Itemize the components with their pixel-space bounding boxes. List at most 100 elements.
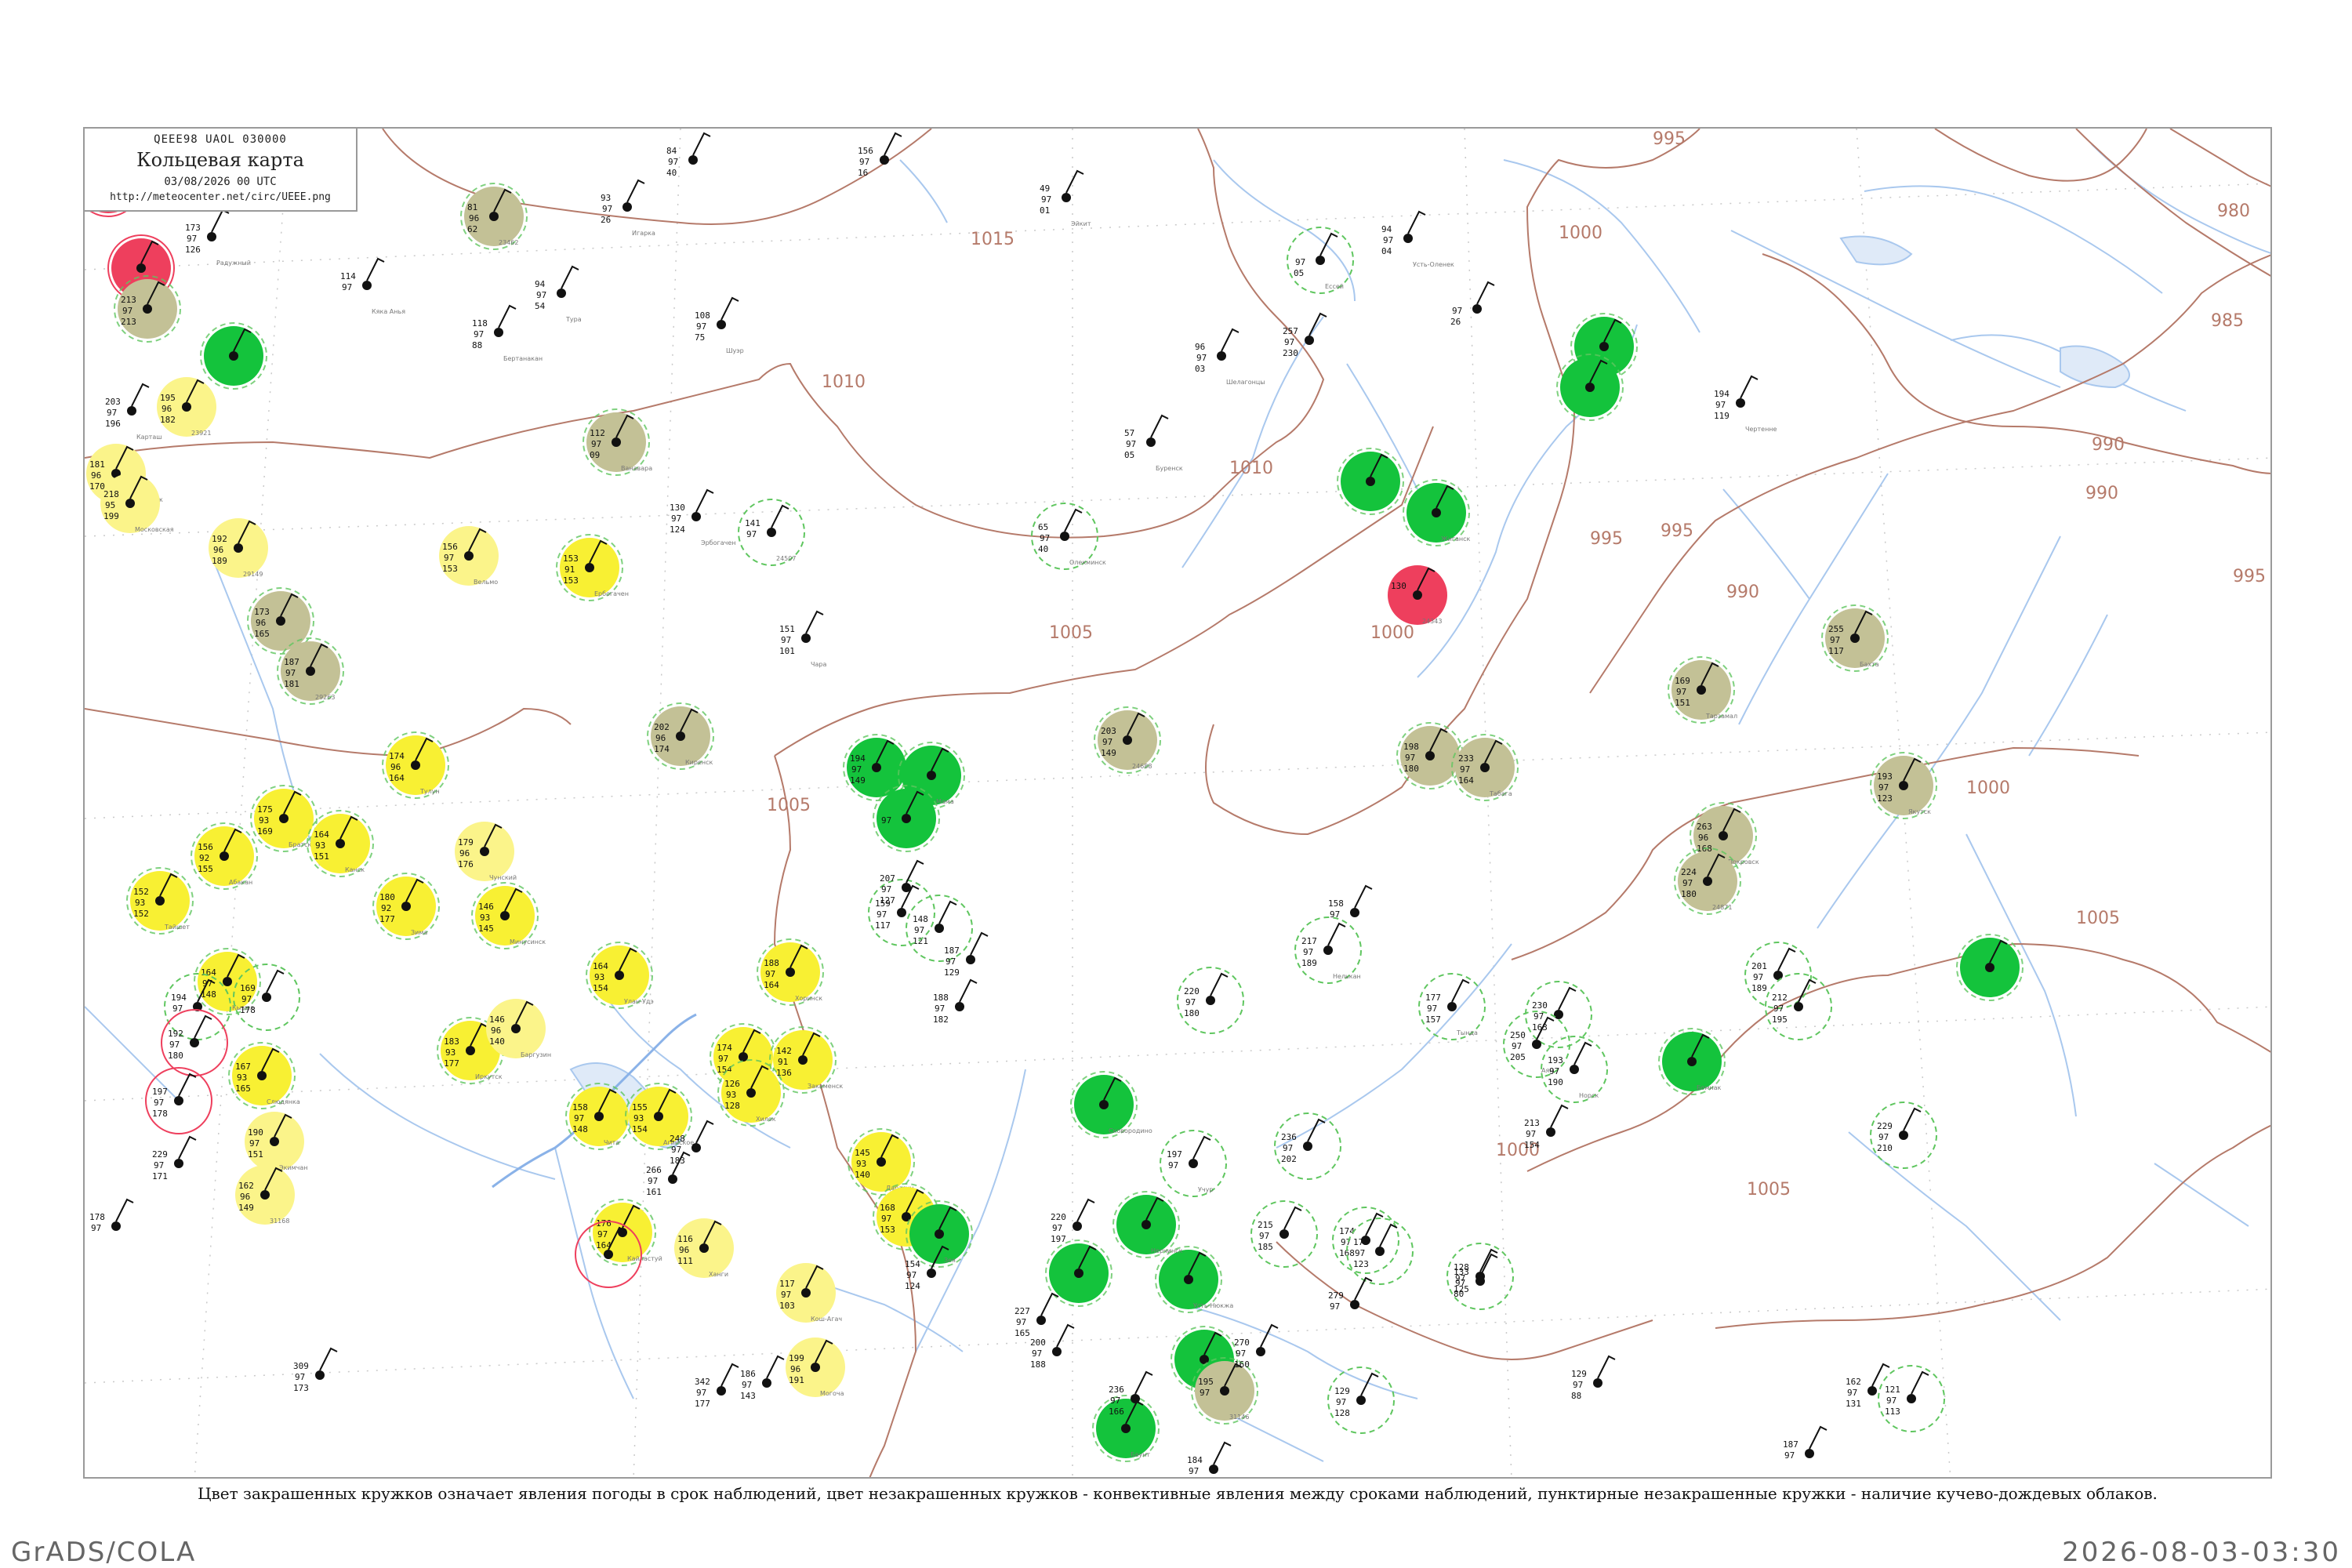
cloud-cover-symbol bbox=[1599, 342, 1609, 351]
station-visibility: 97 bbox=[946, 956, 956, 967]
station-temperature: 203 bbox=[1101, 726, 1116, 736]
station-visibility: 97 bbox=[91, 1223, 101, 1233]
station-visibility: 93 bbox=[726, 1090, 736, 1100]
station-temperature: 195 bbox=[160, 393, 176, 403]
station-dewpoint: 154 bbox=[593, 983, 608, 993]
station-temperature: 151 bbox=[779, 624, 795, 634]
station-plot: 19397123 Якутск bbox=[1870, 752, 1937, 819]
wind-barb bbox=[1911, 1370, 1929, 1395]
wind-barb bbox=[115, 1198, 134, 1222]
wind-barb bbox=[1150, 414, 1169, 438]
station-visibility: 97 bbox=[1427, 1004, 1437, 1014]
station-name: Хилок bbox=[756, 1116, 776, 1123]
cloud-cover-symbol bbox=[688, 155, 698, 165]
station-plot: Жиганск bbox=[1403, 479, 1471, 546]
station-temperature: 192 bbox=[212, 534, 227, 544]
station-visibility: 97 bbox=[1200, 1388, 1210, 1398]
station-visibility: 97 bbox=[249, 1138, 260, 1149]
station-name: Табага bbox=[1489, 790, 1512, 797]
station-name: Олекминск bbox=[1069, 559, 1106, 566]
station-dewpoint: 189 bbox=[212, 556, 227, 566]
station-name: Экимчан bbox=[279, 1164, 308, 1171]
station-name: Игарка bbox=[632, 230, 655, 237]
station-plot: 17996176 Чунский bbox=[455, 822, 517, 881]
station-dewpoint: 153 bbox=[880, 1225, 895, 1235]
station-visibility: 97 bbox=[444, 553, 454, 563]
station-name: Могоча bbox=[820, 1390, 844, 1397]
station-plot: 17496164 Тулун bbox=[382, 731, 449, 799]
cloud-cover-symbol bbox=[1323, 946, 1333, 955]
station-dewpoint: 188 bbox=[1030, 1359, 1046, 1370]
station-plot: 14593140Дарасун bbox=[848, 1128, 915, 1196]
cloud-cover-symbol bbox=[1060, 532, 1069, 541]
wind-barb bbox=[1809, 1425, 1828, 1450]
wind-barb bbox=[766, 1355, 785, 1379]
station-temperature: 227 bbox=[1014, 1306, 1030, 1316]
station-temperature: 212 bbox=[1772, 993, 1788, 1003]
cloud-cover-symbol bbox=[270, 1137, 279, 1146]
station-plot: 19497119 Чертенне bbox=[1714, 375, 1777, 433]
station-temperature: 108 bbox=[695, 310, 710, 321]
station-name: Жиганск bbox=[1441, 535, 1471, 543]
isobar-label: 1005 bbox=[767, 796, 811, 815]
station-visibility: 97 bbox=[602, 204, 612, 214]
station-dewpoint: 136 bbox=[776, 1068, 792, 1078]
cloud-cover-symbol bbox=[1719, 831, 1728, 840]
wind-barb bbox=[1407, 210, 1426, 234]
cloud-cover-symbol bbox=[1570, 1065, 1579, 1074]
wind-barb bbox=[1777, 947, 1796, 971]
station-plot: 18497174 bbox=[1187, 1441, 1232, 1476]
station-temperature: 130 bbox=[670, 503, 685, 513]
station-plot: 18797 bbox=[1783, 1425, 1828, 1461]
station-dewpoint: 103 bbox=[779, 1301, 795, 1311]
station-plot bbox=[1556, 354, 1624, 421]
station-plot: 14291136 Закаменск bbox=[769, 1026, 843, 1094]
station-name: Ербогачен bbox=[594, 590, 629, 597]
station-plot: 20397149 24688 bbox=[1094, 706, 1161, 774]
station-visibility: 97 bbox=[187, 234, 197, 244]
cloud-cover-symbol bbox=[612, 437, 621, 447]
station-plot: 15897148 Чита bbox=[565, 1083, 633, 1150]
station-temperature: 279 bbox=[1328, 1290, 1344, 1301]
cloud-cover-symbol bbox=[1899, 1131, 1908, 1140]
station-dewpoint: 151 bbox=[248, 1149, 263, 1160]
station-dewpoint: 155 bbox=[198, 864, 213, 874]
station-plot: 21797189 Нелькан bbox=[1294, 916, 1362, 984]
station-temperature: 174 bbox=[1339, 1226, 1355, 1236]
isobar-label: 995 bbox=[1661, 521, 1693, 541]
station-plot: 19797 Учур bbox=[1160, 1130, 1227, 1197]
cloud-cover-symbol bbox=[1209, 1465, 1218, 1474]
cloud-cover-symbol bbox=[466, 1046, 475, 1055]
isobar-label: 1005 bbox=[1049, 623, 1093, 643]
cloud-cover-symbol bbox=[676, 731, 685, 741]
station-dewpoint: 149 bbox=[238, 1203, 254, 1213]
station-visibility: 97 bbox=[1452, 306, 1462, 316]
station-dewpoint: 161 bbox=[646, 1187, 662, 1197]
station-visibility: 97 bbox=[1185, 997, 1196, 1007]
station-name: Тарзамал bbox=[1705, 713, 1737, 720]
station-temperature: 197 bbox=[152, 1087, 168, 1097]
station-name: Минусинск bbox=[510, 938, 546, 946]
wind-barb bbox=[1065, 169, 1084, 194]
isobar-label: 995 bbox=[2233, 567, 2266, 586]
station-plot: 16296149 31168 bbox=[235, 1165, 295, 1225]
cloud-cover-symbol bbox=[1554, 1010, 1563, 1019]
station-dewpoint: 157 bbox=[1425, 1014, 1441, 1025]
cloud-cover-symbol bbox=[1184, 1275, 1193, 1284]
station-dewpoint: 176 bbox=[458, 859, 474, 869]
station-visibility: 97 bbox=[881, 884, 891, 895]
station-visibility: 97 bbox=[718, 1054, 728, 1064]
cloud-cover-symbol bbox=[801, 1288, 811, 1298]
station-name: Тулун bbox=[419, 788, 440, 795]
station-plot: 16493154 Улан-Удэ bbox=[586, 942, 654, 1009]
station-plot: 22997171 bbox=[152, 1135, 197, 1181]
station-dewpoint: 210 bbox=[1877, 1143, 1893, 1153]
cloud-cover-symbol bbox=[1256, 1347, 1265, 1356]
station-temperature: 213 bbox=[1524, 1118, 1540, 1128]
station-name: Карташ bbox=[136, 434, 162, 441]
station-plot: 17897 bbox=[89, 1198, 134, 1233]
cloud-cover-symbol bbox=[717, 320, 726, 329]
station-visibility: 97 bbox=[668, 157, 678, 167]
station-dewpoint: 113 bbox=[1885, 1406, 1900, 1417]
station-temperature: 94 bbox=[535, 279, 546, 289]
